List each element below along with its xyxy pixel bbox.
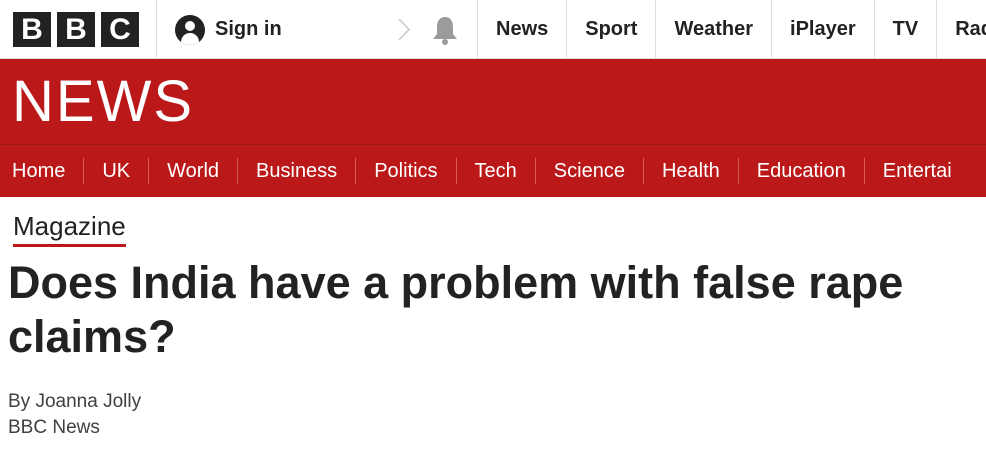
global-nav: News Sport Weather iPlayer TV Rad bbox=[478, 0, 986, 59]
section-nav-tech[interactable]: Tech bbox=[457, 158, 536, 184]
bbc-logo-letter: B bbox=[13, 12, 51, 47]
section-nav-politics[interactable]: Politics bbox=[356, 158, 457, 184]
global-nav-weather[interactable]: Weather bbox=[656, 0, 773, 59]
section-nav-health[interactable]: Health bbox=[644, 158, 739, 184]
chevron-right-icon bbox=[398, 18, 411, 41]
bbc-logo-letter: C bbox=[101, 12, 139, 47]
section-nav-science[interactable]: Science bbox=[536, 158, 644, 184]
user-icon bbox=[175, 14, 205, 45]
section-nav: Home UK World Business Politics Tech Sci… bbox=[0, 144, 986, 197]
notifications-button[interactable] bbox=[412, 0, 478, 59]
article-section-link[interactable]: Magazine bbox=[13, 212, 126, 247]
article-byline: By Joanna Jolly bbox=[8, 391, 142, 412]
news-logo[interactable]: NEWS bbox=[12, 72, 194, 132]
section-nav-entertainment[interactable]: Entertai bbox=[865, 158, 970, 184]
section-nav-home[interactable]: Home bbox=[0, 158, 85, 184]
article-source: BBC News bbox=[8, 417, 100, 438]
sign-in-label: Sign in bbox=[215, 18, 282, 40]
sign-in-link[interactable]: Sign in bbox=[156, 0, 402, 59]
global-nav-iplayer[interactable]: iPlayer bbox=[772, 0, 875, 59]
section-nav-business[interactable]: Business bbox=[238, 158, 357, 184]
news-banner: NEWS bbox=[0, 59, 986, 144]
section-nav-education[interactable]: Education bbox=[739, 158, 865, 184]
article-headline: Does India have a problem with false rap… bbox=[8, 257, 904, 362]
bbc-logo[interactable]: B B C bbox=[13, 12, 139, 47]
global-nav-tv[interactable]: TV bbox=[875, 0, 938, 59]
bbc-logo-letter: B bbox=[57, 12, 95, 47]
global-header: B B C Sign in News Sport Weather iPlayer… bbox=[0, 0, 986, 59]
global-nav-sport[interactable]: Sport bbox=[567, 0, 657, 59]
global-nav-radio[interactable]: Rad bbox=[937, 0, 986, 59]
section-nav-uk[interactable]: UK bbox=[84, 158, 150, 184]
section-nav-world[interactable]: World bbox=[149, 158, 239, 184]
global-nav-news[interactable]: News bbox=[478, 0, 568, 59]
bell-icon bbox=[432, 16, 457, 45]
